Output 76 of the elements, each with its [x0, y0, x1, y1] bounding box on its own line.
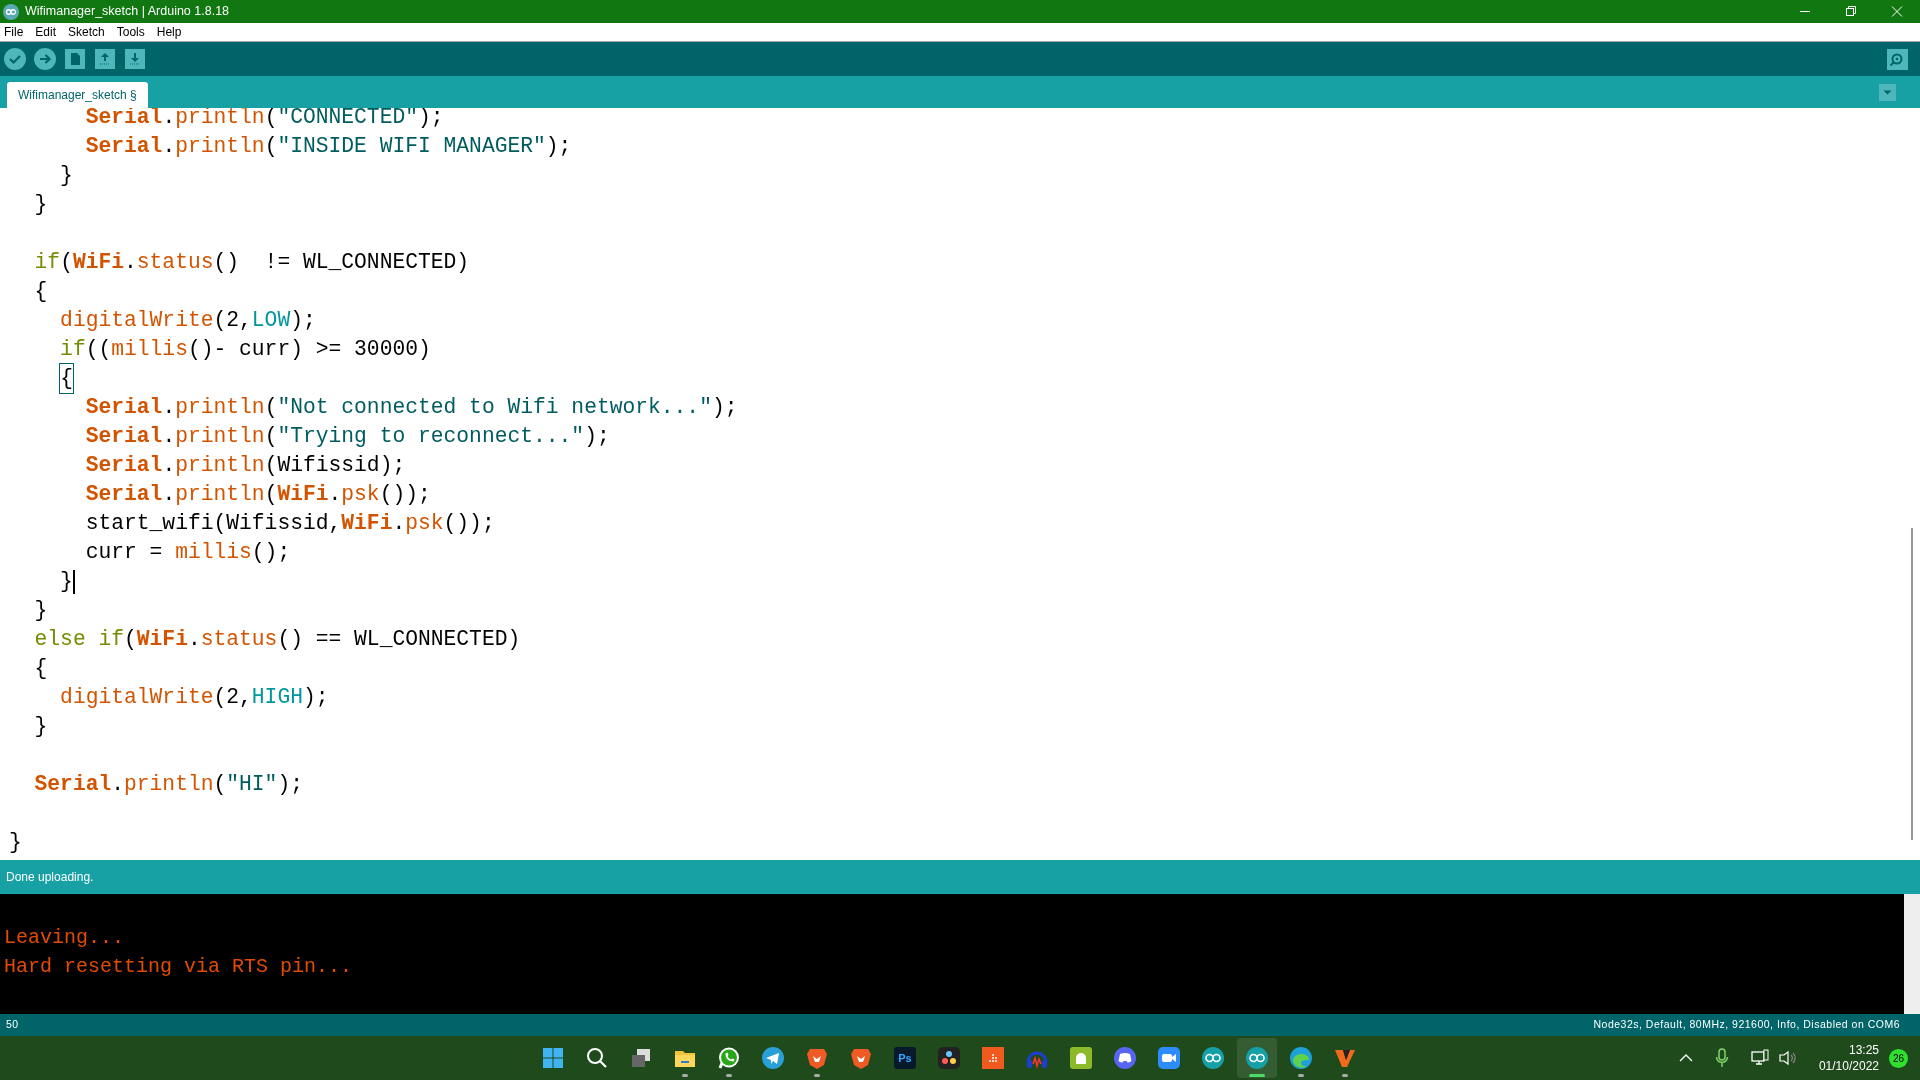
- status-message: Done uploading.: [6, 869, 94, 886]
- running-indicator: [814, 1074, 820, 1077]
- code-line: }: [33, 191, 49, 218]
- code-line: }: [9, 829, 23, 856]
- menu-item[interactable]: Edit: [29, 23, 63, 41]
- board-info: Node32s, Default, 80MHz, 921600, Info, Disabled on COM6: [1593, 1017, 1900, 1033]
- console-line: Hard resetting via RTS pin...: [4, 954, 354, 980]
- clock-time[interactable]: 13:25: [1848, 1042, 1879, 1058]
- arrow-right-icon[interactable]: [34, 48, 56, 70]
- search-icon: [585, 1046, 609, 1070]
- menu-item[interactable]: Sketch: [62, 23, 111, 41]
- code-line: Serial.println("CONNECTED");: [84, 108, 445, 131]
- code-line: {: [9, 364, 1920, 393]
- code-line: digitalWrite(2,LOW);: [59, 307, 317, 334]
- microphone-icon[interactable]: [1714, 1048, 1729, 1068]
- speaker-icon[interactable]: [1778, 1050, 1797, 1066]
- check-icon[interactable]: [4, 48, 26, 70]
- running-indicator: [726, 1074, 732, 1077]
- scrollbar-thumb[interactable]: [1911, 528, 1913, 840]
- code-line: else if(WiFi.status() == WL_CONNECTED): [33, 626, 522, 653]
- phone-bubble-icon: [717, 1046, 741, 1070]
- infinity-icon: [1201, 1046, 1225, 1070]
- line-number: 50: [6, 1017, 19, 1033]
- code-line: start_wifi(Wifissid,WiFi.psk());: [84, 510, 496, 537]
- lion-head-icon: [849, 1046, 873, 1070]
- paper-plane-icon: [761, 1046, 785, 1070]
- serial-monitor-icon[interactable]: [1887, 48, 1908, 70]
- menu-item[interactable]: File: [0, 23, 30, 41]
- console-line: Leaving...: [4, 925, 126, 951]
- app-label: Ps: [898, 1050, 912, 1066]
- window-title: Wifimanager_sketch | Arduino 1.8.18: [25, 3, 230, 21]
- wave-circle-icon: [1289, 1046, 1313, 1070]
- running-indicator: [682, 1074, 688, 1077]
- code-line: {: [33, 655, 49, 682]
- sketch-tab[interactable]: Wifimanager_sketch §: [7, 82, 148, 108]
- code-line: }: [33, 597, 49, 624]
- code-line: Serial.println("Trying to reconnect...");: [84, 423, 611, 450]
- grid-app-icon: [981, 1046, 1005, 1070]
- new-file-icon[interactable]: [64, 48, 86, 70]
- lion-head-icon: [805, 1046, 829, 1070]
- android-icon: [1069, 1046, 1093, 1070]
- code-line: {: [33, 278, 49, 305]
- video-camera-icon: [1157, 1046, 1181, 1070]
- arrow-down-icon[interactable]: [124, 48, 146, 70]
- ps-taskbar-button[interactable]: Ps: [885, 1038, 925, 1078]
- code-line: if((millis()- curr) >= 30000): [59, 336, 432, 363]
- code-line: Serial.println("Not connected to Wifi network...");: [84, 394, 739, 421]
- menu-item[interactable]: Tools: [110, 23, 151, 41]
- game-controller-icon: [1113, 1046, 1137, 1070]
- code-line: Serial.println(Wifissid);: [84, 452, 407, 479]
- running-indicator: [1342, 1074, 1348, 1077]
- code-line: curr = millis();: [84, 539, 292, 566]
- overlapping-windows-icon: [629, 1046, 653, 1070]
- clock-date[interactable]: 01/10/2022: [1818, 1058, 1879, 1074]
- chevron-up-icon[interactable]: [1678, 1053, 1693, 1063]
- running-indicator: [1298, 1074, 1304, 1077]
- code-line: }: [59, 568, 76, 596]
- code-line: Serial.println("INSIDE WIFI MANAGER");: [84, 133, 573, 160]
- infinity-taskbar-button[interactable]: [1237, 1038, 1277, 1078]
- menu-item[interactable]: Help: [150, 23, 188, 41]
- code-line: Serial.println(WiFi.psk());: [84, 481, 432, 508]
- infinity-icon: [1245, 1046, 1269, 1070]
- code-line: Serial.println("HI");: [33, 771, 304, 798]
- code-line: digitalWrite(2,HIGH);: [59, 684, 330, 711]
- notification-badge[interactable]: 26: [1889, 1048, 1908, 1068]
- windows-start-icon: [541, 1046, 565, 1070]
- code-line: }: [59, 162, 74, 189]
- network-icon[interactable]: [1750, 1049, 1769, 1067]
- ps-icon: [893, 1046, 917, 1070]
- code-line: if(WiFi.status() != WL_CONNECTED): [33, 249, 471, 276]
- petals-icon: [937, 1046, 961, 1070]
- dropdown-icon[interactable]: [1879, 84, 1896, 101]
- running-indicator: [1249, 1074, 1265, 1077]
- code-line: }: [33, 713, 49, 740]
- infinity-logo-icon: [3, 3, 19, 20]
- arrow-up-icon[interactable]: [94, 48, 116, 70]
